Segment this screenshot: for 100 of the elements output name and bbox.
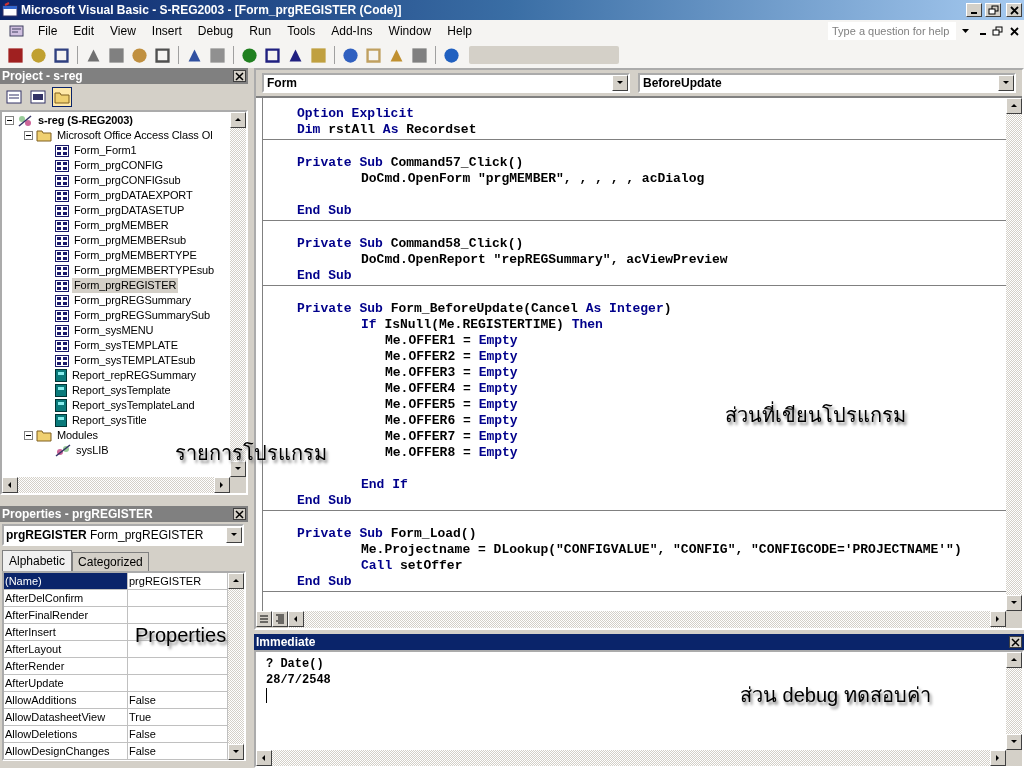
tree-item[interactable]: Microsoft Office Access Class Ol — [55, 128, 215, 143]
procedure-dropdown[interactable]: BeforeUpdate — [638, 73, 1016, 93]
tree-item[interactable]: Modules — [55, 428, 100, 443]
horizontal-scrollbar[interactable] — [256, 750, 1006, 766]
collapse-icon[interactable] — [5, 116, 14, 125]
scroll-right-icon[interactable] — [990, 750, 1006, 766]
property-name[interactable]: AllowDeletions — [4, 726, 128, 742]
dropdown-icon[interactable] — [998, 75, 1014, 91]
full-module-view-icon[interactable] — [272, 611, 288, 627]
minimize-icon[interactable] — [980, 32, 986, 35]
menu-item[interactable]: Insert — [143, 22, 190, 40]
property-name[interactable]: AfterUpdate — [4, 675, 128, 691]
minimize-button[interactable] — [966, 3, 982, 17]
dropdown-icon[interactable] — [226, 527, 242, 543]
object-dropdown[interactable]: Form — [262, 73, 630, 93]
property-name[interactable]: AllowDesignChanges — [4, 743, 128, 759]
folder-icon — [36, 429, 52, 442]
close-icon[interactable] — [233, 70, 246, 82]
tree-item[interactable]: Form_prgDATASETUP — [72, 203, 187, 218]
help-search-field[interactable]: Type a question for help — [828, 22, 956, 40]
toggle-folders-icon[interactable] — [52, 87, 72, 107]
scroll-up-icon[interactable] — [230, 112, 246, 128]
tree-item[interactable]: Report_sysTitle — [70, 413, 149, 428]
vertical-scrollbar[interactable] — [228, 573, 244, 760]
scroll-down-icon[interactable] — [228, 744, 244, 760]
scroll-right-icon[interactable] — [214, 477, 230, 493]
menu-item[interactable]: View — [102, 22, 144, 40]
tab[interactable]: Alphabetic — [2, 550, 73, 571]
vba-icon[interactable] — [8, 23, 26, 39]
scroll-up-icon[interactable] — [228, 573, 244, 589]
property-name[interactable]: AfterDelConfirm — [4, 590, 128, 606]
property-name[interactable]: AllowAdditions — [4, 692, 128, 708]
tab[interactable]: Categorized — [72, 552, 149, 571]
tree-item[interactable]: s-reg (S-REG2003) — [36, 113, 135, 128]
scroll-up-icon[interactable] — [1006, 652, 1022, 668]
tree-item[interactable]: Form_prgCONFIG — [72, 158, 166, 173]
collapse-icon[interactable] — [24, 431, 33, 440]
tree-item[interactable]: Report_sysTemplate — [70, 383, 173, 398]
menu-item[interactable]: Help — [439, 22, 480, 40]
scroll-down-icon[interactable] — [1006, 595, 1022, 611]
tree-item[interactable]: Form_prgMEMBER — [72, 218, 171, 233]
tree-item[interactable]: Report_sysTemplateLand — [70, 398, 197, 413]
tree-item[interactable]: Form_prgREGSummarySub — [72, 308, 213, 323]
property-name[interactable]: AfterLayout — [4, 641, 128, 657]
menu-item[interactable]: Edit — [65, 22, 103, 40]
collapse-icon[interactable] — [24, 131, 33, 140]
tree-item[interactable]: Form_sysTEMPLATE — [72, 338, 180, 353]
tree-item[interactable]: Form_prgMEMBERsub — [72, 233, 188, 248]
object-dropdown[interactable]: prgREGISTER Form_prgREGISTER — [2, 524, 244, 546]
close-button[interactable] — [1006, 3, 1022, 17]
close-icon[interactable] — [1009, 25, 1020, 37]
dropdown-icon[interactable] — [962, 28, 970, 34]
scroll-up-icon[interactable] — [1006, 98, 1022, 114]
annotation-text: ส่วน debug ทดสอบค่า — [740, 684, 931, 706]
tree-item[interactable]: Form_prgMEMBERTYPEsub — [72, 263, 217, 278]
code-line: End Sub — [297, 493, 352, 508]
horizontal-scrollbar[interactable] — [288, 611, 1006, 628]
property-name[interactable]: AfterInsert — [4, 624, 128, 640]
tree-item[interactable]: Form_prgREGISTER — [72, 278, 179, 293]
scroll-left-icon[interactable] — [256, 750, 272, 766]
tree-item[interactable]: Form_sysMENU — [72, 323, 156, 338]
restore-icon[interactable] — [992, 25, 1003, 37]
scroll-down-icon[interactable] — [1006, 734, 1022, 750]
form-icon — [55, 309, 69, 322]
menu-item[interactable]: Debug — [189, 22, 242, 40]
form-icon — [55, 159, 69, 172]
view-object-icon[interactable] — [28, 87, 48, 107]
tree-item[interactable]: Form_Form1 — [72, 143, 139, 158]
menu-item[interactable]: Add-Ins — [323, 22, 381, 40]
scroll-down-icon[interactable] — [230, 461, 246, 477]
tree-item[interactable]: Form_prgREGSummary — [72, 293, 193, 308]
vertical-scrollbar[interactable] — [1006, 98, 1022, 611]
property-name[interactable]: AfterFinalRender — [4, 607, 128, 623]
procedure-view-icon[interactable] — [256, 611, 272, 627]
menu-item[interactable]: Run — [241, 22, 280, 40]
tree-item[interactable]: Report_repREGSummary — [70, 368, 198, 383]
tree-item[interactable]: Form_prgDATAEXPORT — [72, 188, 195, 203]
scroll-left-icon[interactable] — [288, 611, 304, 627]
view-code-icon[interactable] — [4, 87, 24, 107]
horizontal-scrollbar[interactable] — [2, 477, 230, 493]
close-icon[interactable] — [233, 508, 246, 520]
dropdown-icon[interactable] — [612, 75, 628, 91]
property-name[interactable]: AllowDatasheetView — [4, 709, 128, 725]
restore-button[interactable] — [985, 3, 1001, 17]
scroll-left-icon[interactable] — [2, 477, 18, 493]
property-name[interactable]: (Name) — [4, 573, 128, 589]
menu-item[interactable]: Window — [380, 22, 440, 40]
tree-item[interactable]: Form_prgCONFIGsub — [72, 173, 183, 188]
tree-item[interactable]: Form_prgMEMBERTYPE — [72, 248, 199, 263]
tree-item[interactable]: Form_sysTEMPLATEsub — [72, 353, 198, 368]
property-name[interactable]: AfterRender — [4, 658, 128, 674]
menu-item[interactable]: Tools — [279, 22, 324, 40]
vertical-scrollbar[interactable] — [1006, 652, 1022, 750]
close-icon[interactable] — [1009, 636, 1022, 648]
tree-item[interactable]: sysLIB — [74, 443, 111, 458]
menu-item[interactable]: File — [30, 22, 66, 40]
scroll-right-icon[interactable] — [990, 611, 1006, 627]
folder-icon — [36, 129, 52, 142]
code-line: DoCmd.OpenForm "prgMEMBER", , , , , acDialog — [361, 171, 705, 186]
code-line: Call setOffer — [361, 558, 463, 573]
